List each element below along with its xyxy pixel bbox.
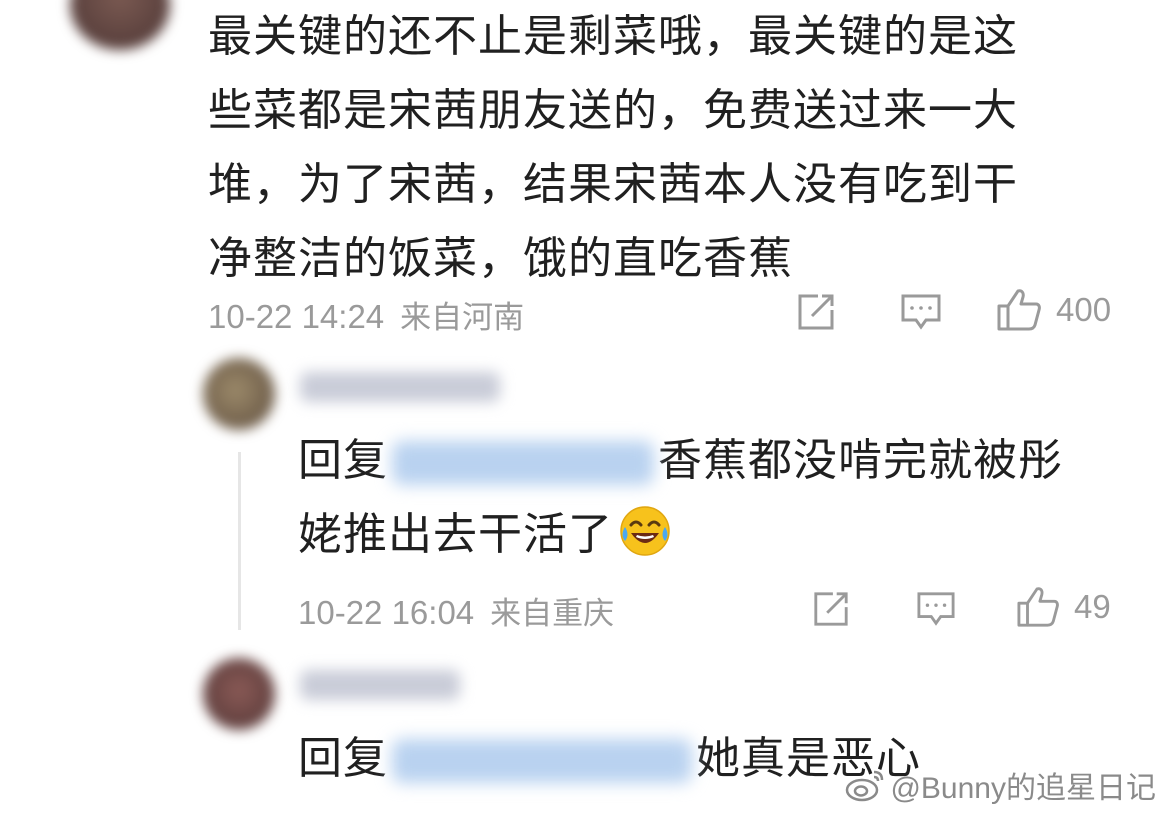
- like-count: 400: [1056, 291, 1112, 328]
- comment-meta: 10-22 14:24 来自河南: [208, 292, 524, 337]
- reply-line-text: 香蕉都没啃完就被彤: [658, 435, 1063, 486]
- share-icon: [814, 592, 848, 626]
- comment-time: 10-22 14:24: [208, 298, 385, 335]
- thread-line: [238, 452, 241, 630]
- laughing-tears-emoji: [620, 506, 670, 556]
- comment-button[interactable]: [916, 590, 956, 628]
- reply-prefix: 回复: [298, 435, 388, 486]
- like-icon: [1017, 587, 1059, 627]
- watermark-text: @Bunny的追星日记: [890, 772, 1156, 805]
- like-count: 49: [1074, 588, 1111, 625]
- share-button[interactable]: [796, 292, 836, 332]
- reply-location: 来自重庆: [490, 596, 615, 632]
- like-button[interactable]: 400: [996, 288, 1111, 332]
- share-icon: [798, 294, 834, 330]
- username[interactable]: [300, 670, 460, 700]
- avatar[interactable]: [203, 658, 275, 730]
- share-button[interactable]: [812, 590, 850, 628]
- mention-link[interactable]: [392, 739, 692, 783]
- like-icon: [997, 289, 1041, 331]
- weibo-logo-icon: [846, 770, 884, 802]
- comment-text: 最关键的还不止是剩菜哦，最关键的是这 些菜都是宋茜朋友送的，免费送过来一大 堆，…: [208, 0, 1108, 296]
- comment-icon: [917, 592, 955, 626]
- avatar[interactable]: [70, 0, 170, 50]
- comment-line: 堆，为了宋茜，结果宋茜本人没有吃到干: [208, 159, 1018, 210]
- like-button[interactable]: 49: [1016, 586, 1111, 628]
- comment-line: 些菜都是宋茜朋友送的，免费送过来一大: [208, 85, 1018, 136]
- watermark: @Bunny的追星日记: [844, 763, 1156, 807]
- reply-time: 10-22 16:04: [298, 594, 475, 631]
- comment-line: 最关键的还不止是剩菜哦，最关键的是这: [208, 11, 1018, 62]
- reply-meta: 10-22 16:04 来自重庆: [298, 588, 614, 633]
- comment-line: 净整洁的饭菜，饿的直吃香蕉: [208, 233, 793, 284]
- reply-line-text: 姥推出去干活了: [298, 509, 613, 560]
- username[interactable]: [300, 372, 500, 402]
- comment-location: 来自河南: [400, 300, 525, 336]
- reply-line: 姥推出去干活了: [298, 498, 1118, 572]
- reply-prefix: 回复: [298, 733, 388, 784]
- reply-text: 回复 香蕉都没啃完就被彤 姥推出去干活了: [298, 424, 1118, 572]
- comment-button[interactable]: [900, 292, 942, 332]
- mention-link[interactable]: [392, 441, 654, 485]
- reply-line: 回复 香蕉都没啃完就被彤: [298, 424, 1118, 498]
- comment-icon: [901, 294, 941, 330]
- avatar[interactable]: [203, 358, 275, 430]
